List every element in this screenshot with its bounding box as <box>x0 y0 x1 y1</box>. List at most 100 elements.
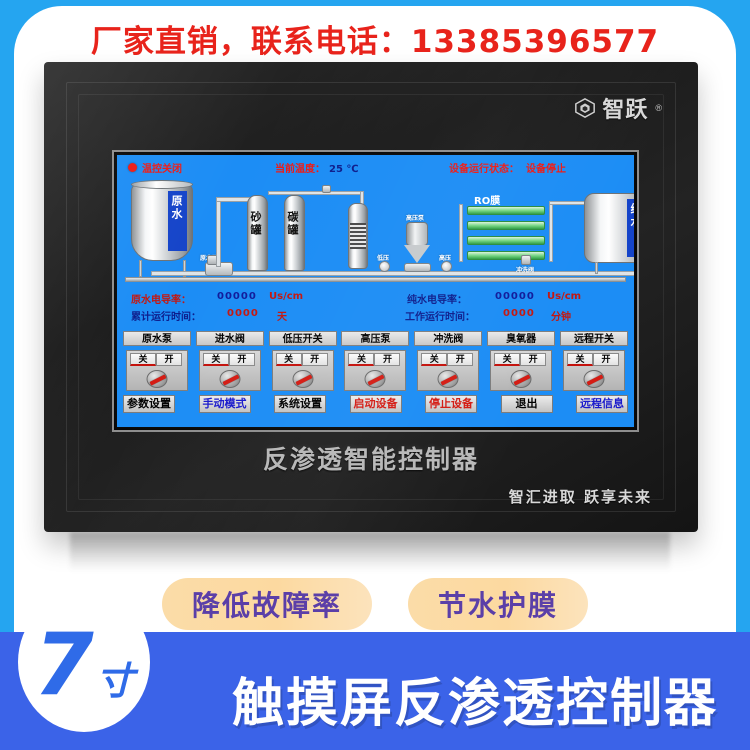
run-state: 设备运行状态： 设备停止 <box>449 160 566 175</box>
raw-water-tank-cap <box>131 180 193 189</box>
promo-banner: 厂家直销，联系电话：13385396577 <box>0 14 750 62</box>
switch-off-button[interactable]: 关 <box>348 353 375 366</box>
raw-conductivity-label: 原水电导率： <box>131 295 191 306</box>
high-pressure-pump-base <box>404 263 431 272</box>
ro-membrane-label: RO膜 <box>474 196 501 207</box>
pure-conductivity-value: 00000 <box>495 291 535 302</box>
total-runtime-label: 累计运行时间： <box>131 312 201 323</box>
feature-pill-water-saving: 节水护膜 <box>408 578 589 630</box>
switch-on-button[interactable]: 开 <box>301 353 328 366</box>
switch-on-button[interactable]: 开 <box>520 353 547 366</box>
feature-pill-reliability: 降低故障率 <box>161 578 372 630</box>
switch-on-button[interactable]: 开 <box>447 353 474 366</box>
switch-off-button[interactable]: 关 <box>494 353 521 366</box>
current-temp-value: 25 ℃ <box>329 163 359 175</box>
top-valve <box>322 185 331 193</box>
switch-on-button[interactable]: 开 <box>592 353 619 366</box>
switch-off-button[interactable]: 关 <box>421 353 448 366</box>
conductivity-row: 原水电导率： 00000 Us/cm 纯水电导率： 00000 Us/cm <box>117 291 634 309</box>
high-pressure-sensor <box>441 261 452 272</box>
switch-title: 远程开关 <box>559 331 628 346</box>
switch-off-button[interactable]: 关 <box>202 353 229 366</box>
current-temperature: 当前温度： 25 ℃ <box>275 160 359 175</box>
rotary-knob-icon[interactable] <box>437 370 459 388</box>
exit-button[interactable]: 退出 <box>500 395 553 413</box>
ro-membrane-3 <box>467 236 545 245</box>
total-runtime-value: 0000 <box>227 308 259 319</box>
total-runtime-unit: 天 <box>277 312 287 323</box>
switch-off-button[interactable]: 关 <box>275 353 302 366</box>
run-state-label: 设备运行状态： <box>449 163 519 175</box>
switch-off-button[interactable]: 关 <box>130 353 156 366</box>
switch-buttons: 关 开 <box>275 353 328 366</box>
device-model-text: 反渗透智能控制器 <box>262 445 479 474</box>
rotary-knob-icon[interactable] <box>583 370 605 388</box>
switch-on-button[interactable]: 开 <box>156 353 182 366</box>
rotary-knob-icon[interactable] <box>146 370 168 388</box>
sand-tank-label: 砂罐 <box>249 211 262 237</box>
switch-column-raw-pump: 原水泵 关 开 <box>123 331 191 393</box>
feature-pill-label: 降低故障率 <box>191 589 342 622</box>
carbon-tank-label: 碳罐 <box>286 211 299 237</box>
device-reflection <box>70 532 670 572</box>
ro-outlet-manifold <box>549 204 553 262</box>
flush-valve-label: 冲洗阀 <box>516 267 535 274</box>
switch-body[interactable]: 关 开 <box>344 350 407 391</box>
switch-body[interactable]: 关 开 <box>126 350 188 391</box>
manual-mode-button[interactable]: 手动模式 <box>198 395 251 413</box>
cube-icon <box>575 97 596 119</box>
brand-logo: 智跃 ® <box>574 92 662 124</box>
pure-water-tank-label: 纯水 <box>629 203 634 229</box>
switch-body[interactable]: 关 开 <box>271 350 334 391</box>
switch-column-low-pressure: 低压开关 关 开 <box>268 331 337 393</box>
switch-on-button[interactable]: 开 <box>228 353 255 366</box>
ground-shadow-strip <box>125 277 626 282</box>
work-runtime-value: 0000 <box>503 308 535 319</box>
tank-top-connect-pipe <box>268 191 364 195</box>
feature-pill-label: 节水护膜 <box>438 589 559 622</box>
switch-title: 高压泵 <box>341 331 410 346</box>
process-flow-diagram: 原水 原水泵 砂罐 碳罐 <box>121 177 634 289</box>
size-badge-inner: 7 寸 <box>34 615 134 715</box>
switch-column-flush-valve: 冲洗阀 关 开 <box>414 331 483 393</box>
rotary-knob-icon[interactable] <box>219 370 241 388</box>
stop-device-button[interactable]: 停止设备 <box>425 395 477 413</box>
brand-name: 智跃 <box>602 98 649 123</box>
ro-inlet-manifold <box>459 204 463 262</box>
run-state-value: 设备停止 <box>526 163 566 175</box>
size-badge: 7 寸 <box>18 592 150 732</box>
status-bar: 温控关闭 当前温度： 25 ℃ 设备运行状态： 设备停止 <box>117 158 634 176</box>
high-pump-label: 高压泵 <box>406 215 425 222</box>
raw-conductivity-value: 00000 <box>217 291 257 302</box>
rotary-knob-icon[interactable] <box>510 370 532 388</box>
switch-off-button[interactable]: 关 <box>566 353 593 366</box>
system-settings-button[interactable]: 系统设置 <box>274 395 326 413</box>
switch-on-button[interactable]: 开 <box>374 353 401 366</box>
hmi-screen[interactable]: 温控关闭 当前温度： 25 ℃ 设备运行状态： 设备停止 原水 砂罐 碳罐 低压… <box>117 155 634 427</box>
rotary-knob-icon[interactable] <box>292 370 314 388</box>
start-device-button[interactable]: 启动设备 <box>349 395 402 413</box>
flush-valve <box>521 255 531 265</box>
switch-buttons: 关 开 <box>348 353 401 366</box>
pure-conductivity-label: 纯水电导率： <box>407 295 467 306</box>
switch-body[interactable]: 关 开 <box>562 350 625 391</box>
switch-body[interactable]: 关 开 <box>417 350 480 391</box>
rotary-knob-icon[interactable] <box>364 370 386 388</box>
switch-column-high-pump: 高压泵 关 开 <box>341 331 410 393</box>
switch-buttons: 关 开 <box>494 353 547 366</box>
switch-title: 冲洗阀 <box>414 331 483 346</box>
lcd-screen-frame: 温控关闭 当前温度： 25 ℃ 设备运行状态： 设备停止 原水 砂罐 碳罐 低压… <box>112 150 639 432</box>
remote-info-button[interactable]: 远程信息 <box>576 395 628 413</box>
switch-body[interactable]: 关 开 <box>198 350 261 391</box>
size-number: 7 <box>34 615 94 715</box>
switch-title: 低压开关 <box>268 331 337 346</box>
switch-grid: 原水泵 关 开 进水阀 关 开 低压开关 关 开 高压泵 关 开 冲洗阀 关 开… <box>123 331 628 393</box>
raw-tank-leg-left <box>139 260 142 277</box>
temp-control-label: 温控关闭 <box>142 163 182 175</box>
switch-buttons: 关 开 <box>421 353 474 366</box>
current-temp-label: 当前温度： <box>275 163 325 175</box>
ro-membrane-4 <box>467 251 545 260</box>
switch-buttons: 关 开 <box>566 353 619 366</box>
switch-body[interactable]: 关 开 <box>490 350 553 391</box>
param-settings-button[interactable]: 参数设置 <box>123 395 175 413</box>
